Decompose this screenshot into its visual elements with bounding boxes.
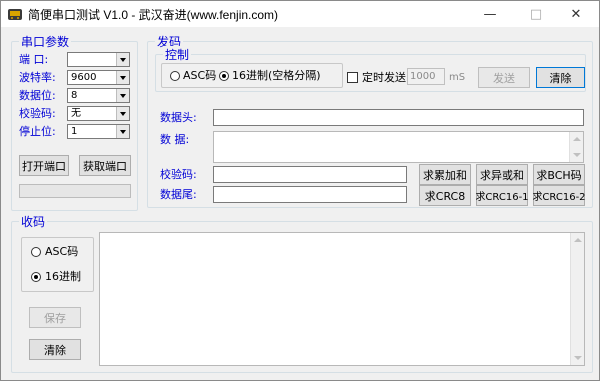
scroll-up-icon[interactable] xyxy=(570,132,584,146)
crc8-button[interactable]: 求CRC8 xyxy=(419,185,471,206)
timed-send-label[interactable]: 定时发送 xyxy=(362,71,406,85)
databits-select[interactable]: 8 xyxy=(67,88,130,103)
send-hex-radio[interactable] xyxy=(219,71,229,81)
timed-send-checkbox[interactable] xyxy=(347,72,358,83)
minimize-button[interactable]: — xyxy=(467,1,513,27)
parity-value: 无 xyxy=(71,108,81,119)
serial-params-group: 串口参数 端 口: 波特率: 9600 数据位: 8 校验码: 无 停止位: 1… xyxy=(11,33,138,211)
receive-asc-label[interactable]: ASC码 xyxy=(45,245,78,259)
interval-value: 1000 xyxy=(410,71,436,82)
scroll-down-icon[interactable] xyxy=(570,148,584,162)
tail-input[interactable] xyxy=(213,186,407,203)
chevron-down-icon[interactable] xyxy=(116,107,129,120)
chevron-down-icon[interactable] xyxy=(116,89,129,102)
header-input[interactable] xyxy=(213,109,584,126)
tail-label: 数据尾: xyxy=(160,188,197,201)
check-input[interactable] xyxy=(213,166,407,183)
databits-value: 8 xyxy=(71,90,78,101)
open-port-button[interactable]: 打开端口 xyxy=(19,155,69,176)
send-hex-label[interactable]: 16进制(空格分隔) xyxy=(232,69,321,83)
port-label: 端 口: xyxy=(19,53,49,66)
control-title: 控制 xyxy=(163,46,192,63)
app-icon xyxy=(8,9,22,20)
interval-input[interactable]: 1000 xyxy=(407,68,445,85)
minimize-icon: — xyxy=(483,6,497,22)
check-label: 校验码: xyxy=(160,168,197,181)
receive-mode-group: ASC码 16进制 xyxy=(21,237,94,292)
chevron-down-icon[interactable] xyxy=(116,53,129,66)
baud-value: 9600 xyxy=(71,72,97,83)
scroll-down-icon[interactable] xyxy=(571,351,585,365)
receive-hex-label[interactable]: 16进制 xyxy=(45,270,81,284)
scroll-up-icon[interactable] xyxy=(571,233,585,247)
maximize-icon: □ xyxy=(529,6,543,22)
parity-select[interactable]: 无 xyxy=(67,106,130,121)
send-mode-group: ASC码 16进制(空格分隔) xyxy=(161,63,343,88)
receive-scrollbar[interactable] xyxy=(570,233,584,365)
stopbits-select[interactable]: 1 xyxy=(67,124,130,139)
close-icon: ✕ xyxy=(570,6,582,22)
window-title: 简便串口测试 V1.0 - 武汉奋进(www.fenjin.com) xyxy=(28,8,279,22)
stopbits-value: 1 xyxy=(71,126,78,137)
send-asc-radio[interactable] xyxy=(170,71,180,81)
data-textarea[interactable] xyxy=(213,131,584,163)
control-group: 控制 ASC码 16进制(空格分隔) 定时发送 1000 mS 发送 清除 xyxy=(155,46,586,92)
receive-textarea[interactable] xyxy=(99,232,585,366)
baud-label: 波特率: xyxy=(19,71,56,84)
crc16-2-button[interactable]: 求CRC16-2 xyxy=(532,185,586,206)
send-clear-button[interactable]: 清除 xyxy=(536,67,585,88)
save-button[interactable]: 保存 xyxy=(29,307,81,328)
chevron-down-icon[interactable] xyxy=(116,71,129,84)
stopbits-label: 停止位: xyxy=(19,125,56,138)
port-progress-bar xyxy=(19,184,131,198)
baud-select[interactable]: 9600 xyxy=(67,70,130,85)
databits-label: 数据位: xyxy=(19,89,56,102)
crc16-1-button[interactable]: 求CRC16-1 xyxy=(475,185,529,206)
sum-button[interactable]: 求累加和 xyxy=(419,164,471,185)
bcc-button[interactable]: 求BCH码 xyxy=(533,164,585,185)
serial-params-title: 串口参数 xyxy=(19,33,72,50)
port-select[interactable] xyxy=(67,52,130,67)
title-bar: 简便串口测试 V1.0 - 武汉奋进(www.fenjin.com) — □ ✕ xyxy=(1,1,599,27)
receive-hex-radio[interactable] xyxy=(31,272,41,282)
send-group: 发码 控制 ASC码 16进制(空格分隔) 定时发送 1000 mS 发送 清除… xyxy=(147,33,593,208)
send-asc-label[interactable]: ASC码 xyxy=(183,69,216,83)
interval-unit: mS xyxy=(449,72,466,83)
close-button[interactable]: ✕ xyxy=(553,1,599,27)
app-window: 简便串口测试 V1.0 - 武汉奋进(www.fenjin.com) — □ ✕… xyxy=(0,0,600,381)
data-scrollbar[interactable] xyxy=(569,132,583,162)
get-port-button[interactable]: 获取端口 xyxy=(79,155,131,176)
header-label: 数据头: xyxy=(160,111,197,124)
xor-button[interactable]: 求异或和 xyxy=(476,164,528,185)
send-button[interactable]: 发送 xyxy=(478,67,530,88)
parity-label: 校验码: xyxy=(19,107,56,120)
receive-group: 收码 ASC码 16进制 保存 清除 xyxy=(11,213,593,373)
data-label: 数 据: xyxy=(160,133,190,146)
receive-title: 收码 xyxy=(19,213,48,230)
receive-asc-radio[interactable] xyxy=(31,247,41,257)
receive-clear-button[interactable]: 清除 xyxy=(29,339,81,360)
chevron-down-icon[interactable] xyxy=(116,125,129,138)
